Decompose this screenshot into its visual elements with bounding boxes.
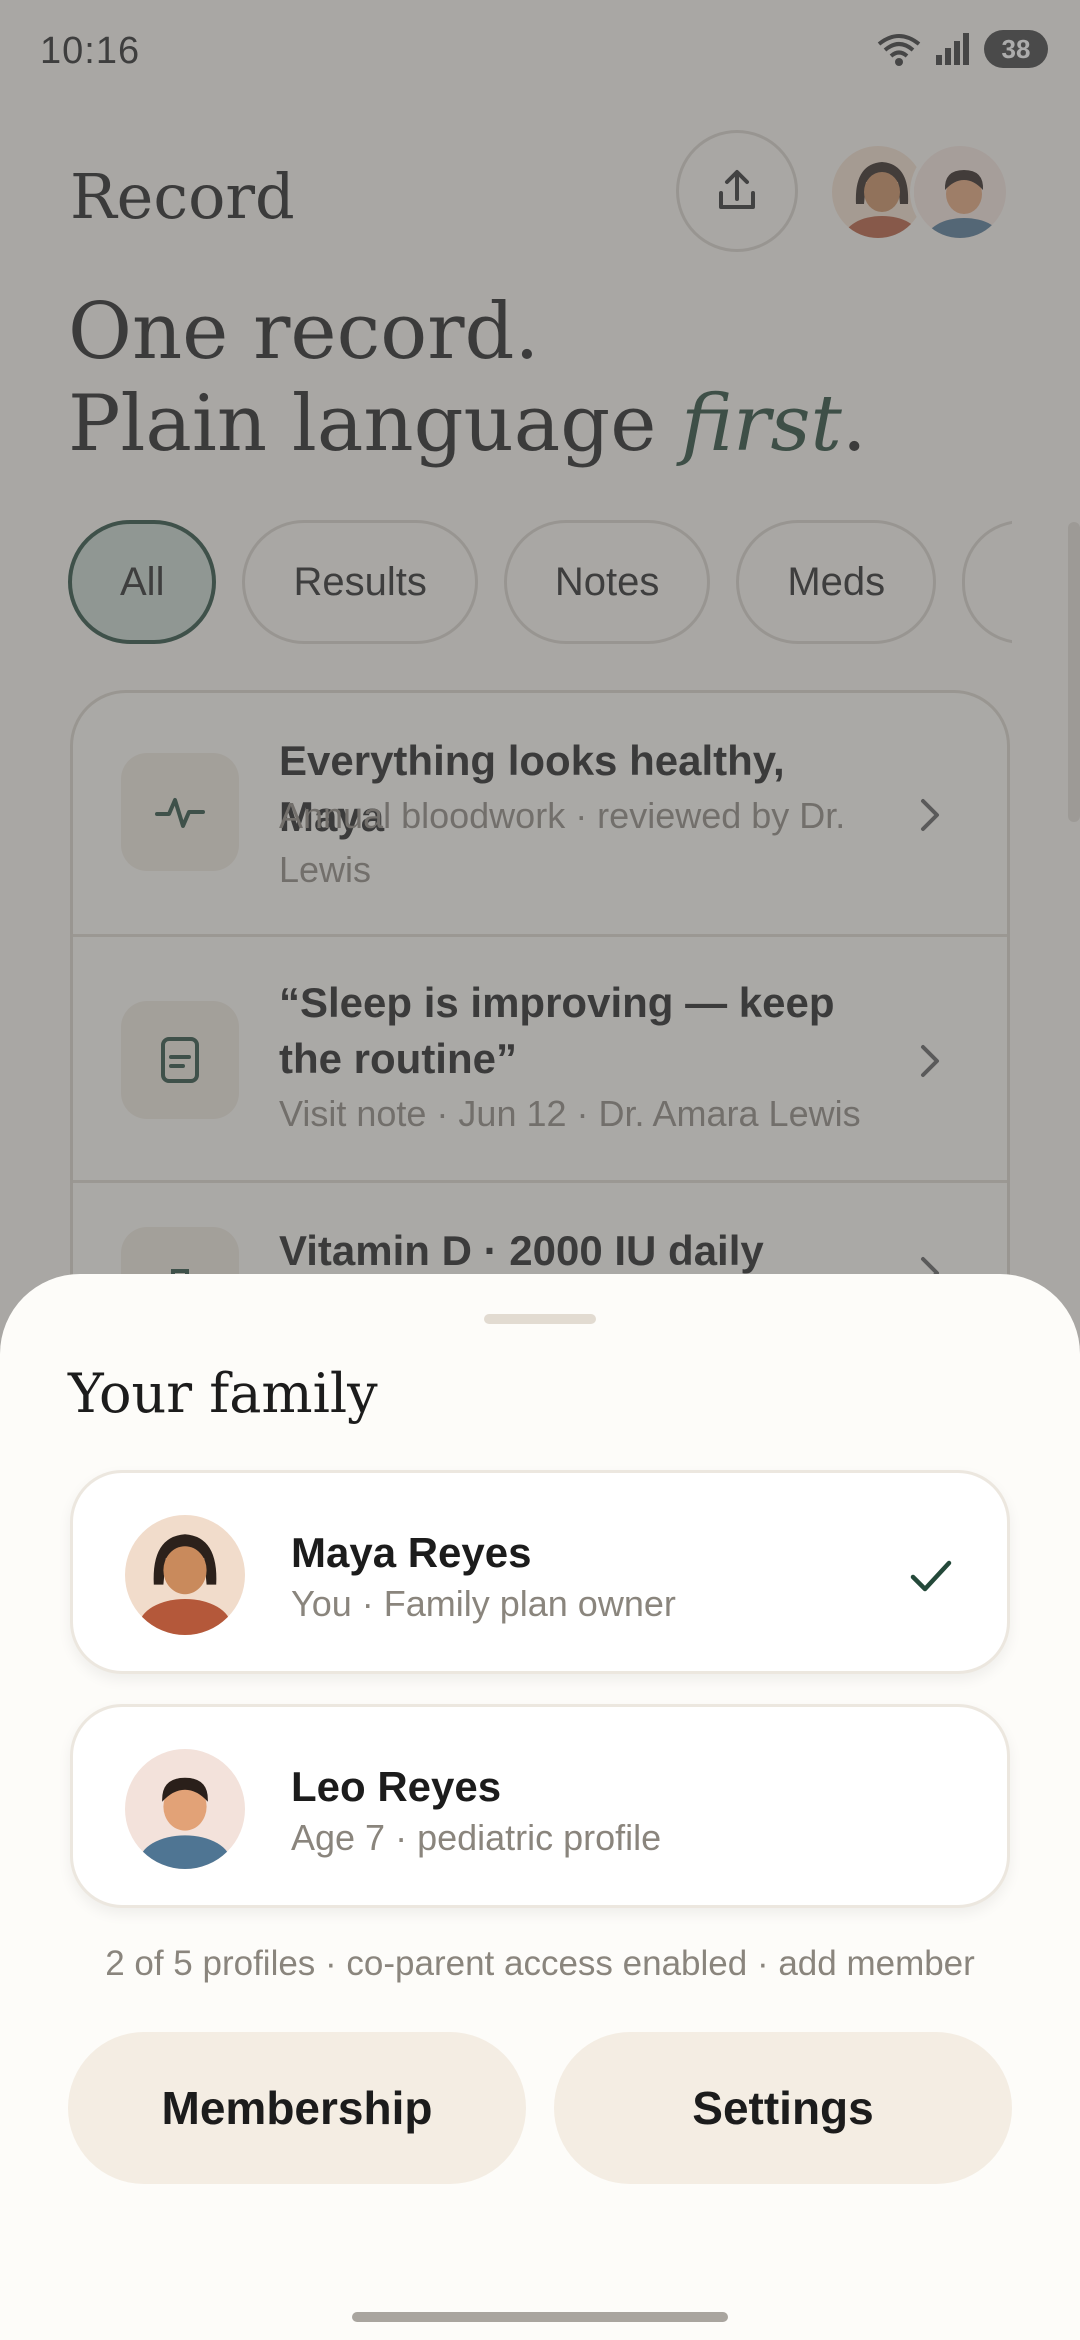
membership-button[interactable]: Membership	[68, 2032, 526, 2184]
member-subtitle: Age 7 · pediatric profile	[291, 1817, 662, 1858]
profiles-note[interactable]: 2 of 5 profiles · co-parent access enabl…	[0, 1944, 1080, 1984]
family-member-leo[interactable]: Leo Reyes Age 7 · pediatric profile	[70, 1704, 1010, 1908]
member-subtitle: You · Family plan owner	[291, 1583, 676, 1624]
settings-button[interactable]: Settings	[554, 2032, 1012, 2184]
avatar	[125, 1749, 245, 1869]
family-member-maya[interactable]: Maya Reyes You · Family plan owner	[70, 1470, 1010, 1674]
sheet-drag-handle[interactable]	[484, 1314, 596, 1324]
check-icon	[910, 1560, 952, 1592]
member-name: Maya Reyes	[291, 1529, 532, 1576]
avatar	[125, 1515, 245, 1635]
sheet-title: Your family	[68, 1362, 378, 1425]
family-bottom-sheet: Your family Maya Reyes You · Family plan…	[0, 1274, 1080, 2340]
member-name: Leo Reyes	[291, 1763, 502, 1810]
home-indicator[interactable]	[352, 2312, 728, 2322]
